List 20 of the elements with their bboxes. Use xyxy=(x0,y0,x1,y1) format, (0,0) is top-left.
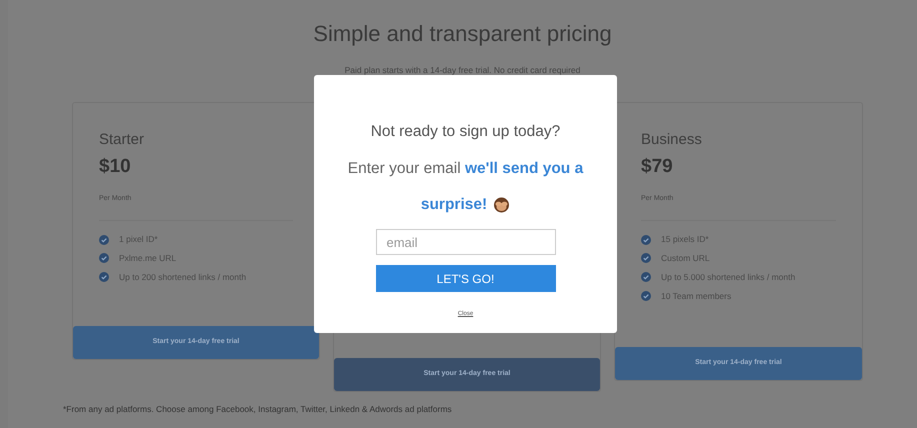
footnote: *From any ad platforms. Choose among Facebook, Instagram, Twitter, Linkedn & Adwords ad platforms xyxy=(63,402,453,416)
modal-message: Enter your email we'll send you a xyxy=(348,159,584,180)
plan-name: Business xyxy=(641,130,703,150)
check-icon xyxy=(641,234,651,245)
modal-message: surprise! xyxy=(420,195,488,216)
modal-heading: Not ready to sign up today? xyxy=(370,122,562,142)
email-field[interactable]: email xyxy=(376,229,556,256)
check-icon xyxy=(641,272,651,282)
page-subtitle: Paid plan starts with a 14-day free trial. No credit card required xyxy=(344,64,582,77)
check-icon xyxy=(99,253,109,264)
plan-name: Starter xyxy=(99,130,146,150)
plan-price: $10 xyxy=(99,155,132,180)
check-icon xyxy=(99,234,109,245)
check-icon xyxy=(641,290,651,301)
check-icon xyxy=(99,272,109,282)
submit-button[interactable]: LET'S GO! xyxy=(376,265,556,292)
plan-price: $79 xyxy=(641,155,674,180)
monkey-icon xyxy=(493,197,510,214)
check-icon xyxy=(641,253,651,264)
page-title: Simple and transparent pricing xyxy=(312,20,613,48)
